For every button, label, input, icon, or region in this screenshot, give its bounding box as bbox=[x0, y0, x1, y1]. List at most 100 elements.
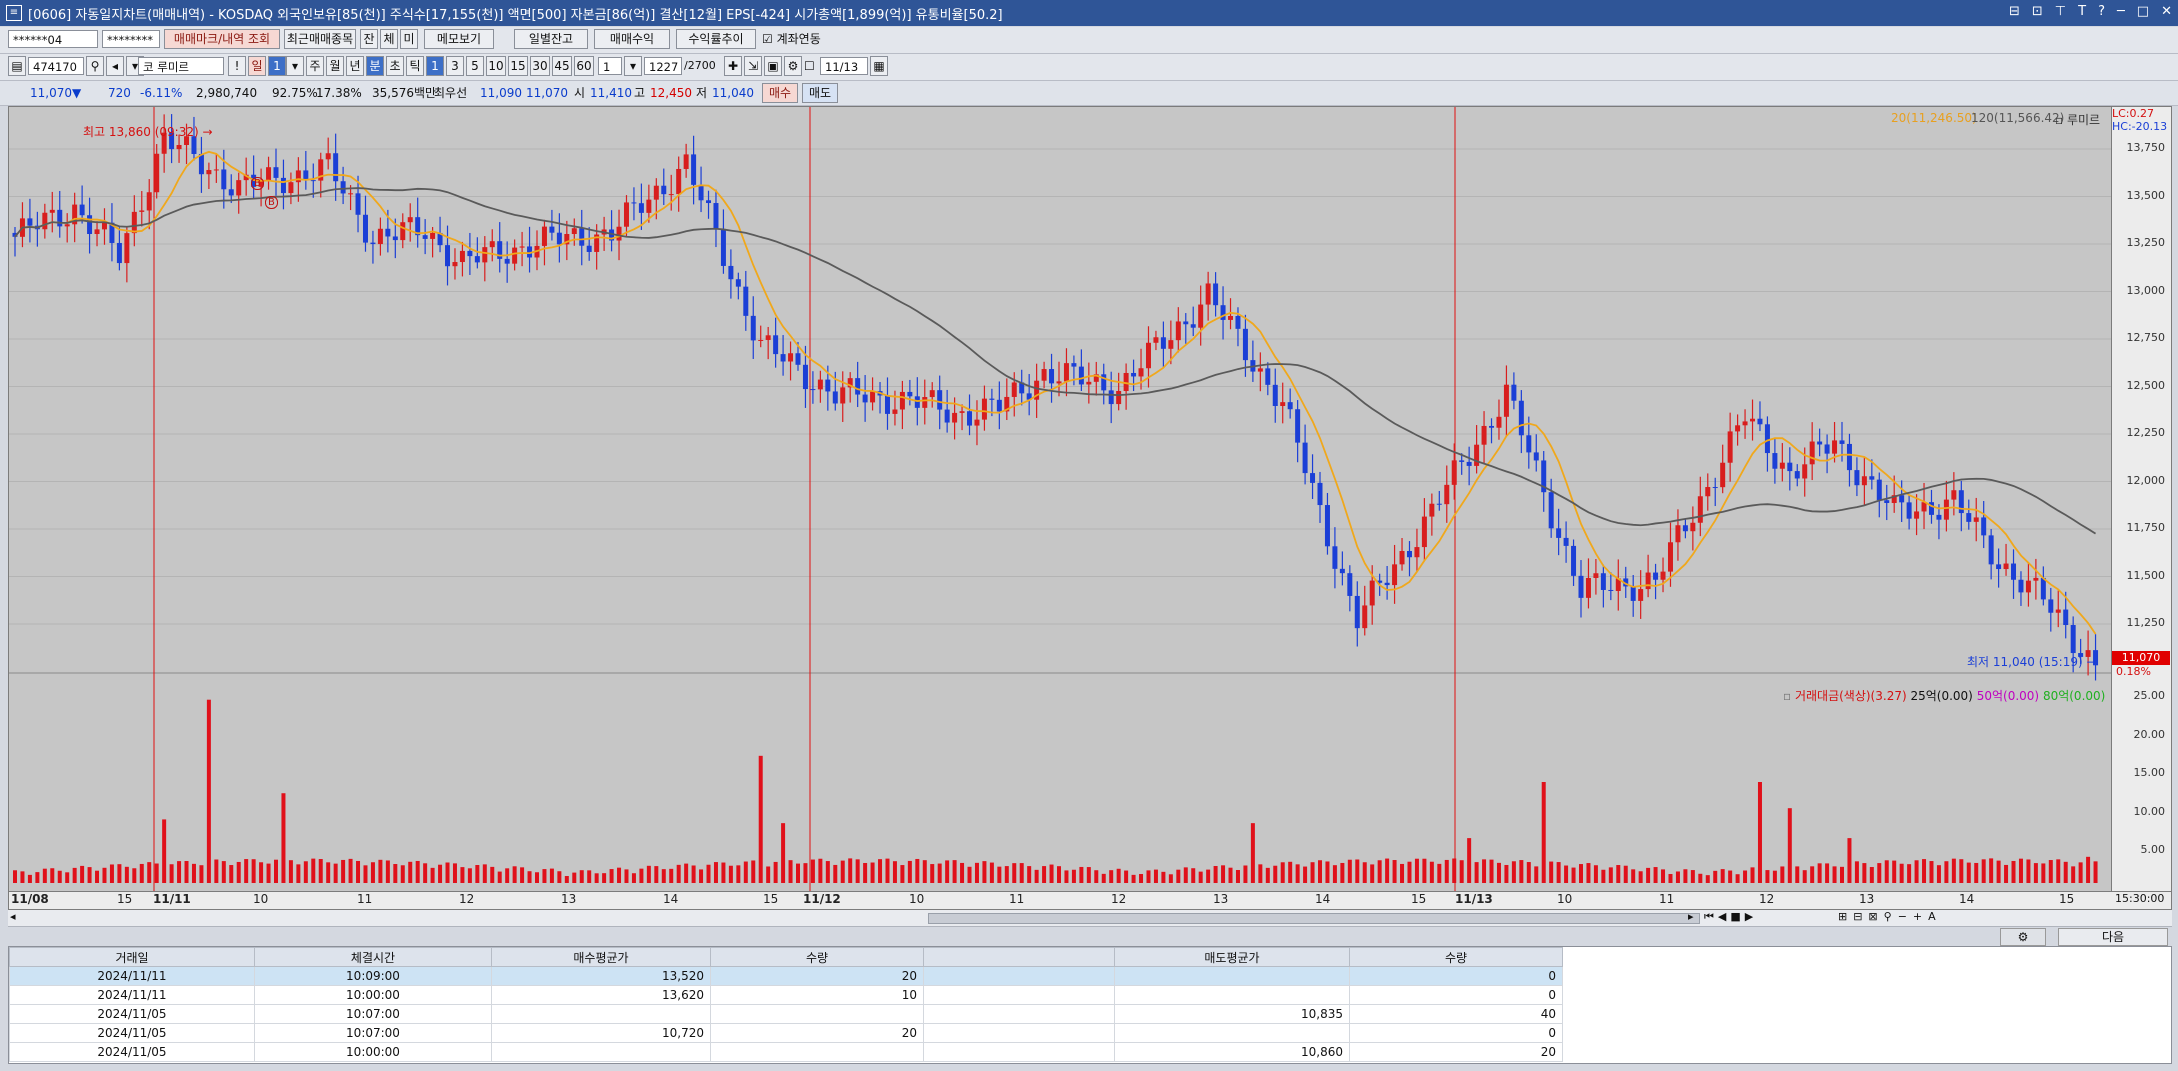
stock-name-field[interactable]: 코 루미르 bbox=[138, 57, 224, 75]
pin-icon[interactable]: ⊤ bbox=[2055, 4, 2066, 19]
return-trend-button[interactable]: 수익률추이 bbox=[676, 29, 756, 49]
candle-body bbox=[1772, 453, 1778, 469]
volume-bar bbox=[1243, 865, 1248, 883]
period-tick[interactable]: 틱 bbox=[406, 56, 424, 76]
candle-body bbox=[1220, 305, 1226, 320]
day-value[interactable]: 1 bbox=[268, 56, 286, 76]
scroll-left-icon[interactable]: ◂ bbox=[10, 910, 16, 923]
table-row[interactable]: 2024/11/05 10:07:00 10,835 40 bbox=[9, 1004, 1563, 1024]
scroll-right-icon[interactable]: ▸ bbox=[1688, 910, 1694, 923]
trade-marks-button[interactable]: 매매마크/내역 조회 bbox=[164, 29, 280, 49]
account-select[interactable]: ******04 bbox=[8, 30, 98, 48]
volume-bar bbox=[624, 869, 629, 883]
scroll-thumb[interactable] bbox=[928, 913, 1700, 924]
candle-body bbox=[1421, 516, 1427, 548]
interval-30[interactable]: 30 bbox=[530, 56, 550, 76]
candle-body bbox=[914, 396, 920, 408]
interval-60[interactable]: 60 bbox=[574, 56, 594, 76]
exclamation-icon[interactable]: ! bbox=[228, 56, 246, 76]
crosshair-icon[interactable]: ✚ bbox=[724, 56, 742, 76]
minimize-icon[interactable]: ─ bbox=[2117, 4, 2125, 19]
candle-body bbox=[2003, 563, 2009, 570]
interval-45[interactable]: 45 bbox=[552, 56, 572, 76]
sell-button[interactable]: 매도 bbox=[802, 83, 838, 103]
search-icon[interactable]: ⚲ bbox=[86, 56, 104, 76]
chart-area[interactable]: 20(11,246.50) 120(11,566.42) ▫ 루미르 ▫ 거래대… bbox=[8, 106, 2112, 892]
col-sell-avg[interactable]: 매도평균가 bbox=[1114, 947, 1350, 967]
table-header: 거래일 체결시간 매수평균가 수량 매도평균가 수량 bbox=[9, 947, 1563, 967]
date-field[interactable]: 11/13 bbox=[820, 57, 868, 75]
table-row[interactable]: 2024/11/11 10:00:00 13,620 10 0 bbox=[9, 985, 1563, 1005]
scale-icon[interactable]: ⇲ bbox=[744, 56, 762, 76]
volume-bar bbox=[348, 858, 353, 883]
gear-icon[interactable]: ⚙ bbox=[784, 56, 802, 76]
period-month[interactable]: 월 bbox=[326, 56, 344, 76]
candle-body bbox=[691, 154, 697, 185]
next-button[interactable]: 다음 bbox=[2058, 928, 2168, 946]
playback-controls[interactable]: ⏮◀■▶ bbox=[1704, 910, 1757, 924]
balance-button[interactable]: 잔 bbox=[360, 29, 378, 49]
interval-5[interactable]: 5 bbox=[466, 56, 484, 76]
table-row[interactable]: 2024/11/05 10:07:00 10,720 20 0 bbox=[9, 1023, 1563, 1043]
buy-marker[interactable]: B bbox=[251, 177, 264, 190]
volume-bar bbox=[1668, 874, 1673, 883]
speaker-icon[interactable]: ◂ bbox=[106, 56, 124, 76]
y-tick-label: 13,000 bbox=[2126, 283, 2166, 297]
volume-bar bbox=[617, 867, 622, 883]
maximize-icon[interactable]: □ bbox=[2137, 4, 2149, 19]
font-icon[interactable]: T bbox=[2078, 4, 2086, 19]
interval-10[interactable]: 10 bbox=[486, 56, 506, 76]
volume-tick-label: 5.00 bbox=[2140, 843, 2166, 856]
recent-trades-button[interactable]: 최근매매종목 bbox=[284, 29, 356, 49]
interval-15[interactable]: 15 bbox=[508, 56, 528, 76]
interval-1[interactable]: 1 bbox=[426, 56, 444, 76]
layout-icon[interactable]: ⊟ bbox=[2009, 4, 2020, 19]
col-buy-avg[interactable]: 매수평균가 bbox=[491, 947, 711, 967]
chevron-down-icon[interactable]: ▾ bbox=[286, 56, 304, 76]
col-trade-date[interactable]: 거래일 bbox=[9, 947, 255, 967]
calendar-icon[interactable]: ▦ bbox=[870, 56, 888, 76]
save-icon[interactable]: ▣ bbox=[764, 56, 782, 76]
candle-body bbox=[676, 168, 682, 195]
volume-bar bbox=[1989, 858, 1994, 883]
filled-button[interactable]: 체 bbox=[380, 29, 398, 49]
volume-bar bbox=[1795, 866, 1800, 883]
password-field[interactable]: ******** bbox=[102, 30, 160, 48]
table-row[interactable]: 2024/11/11 10:09:00 13,520 20 0 bbox=[9, 966, 1563, 986]
candle-body bbox=[1041, 369, 1047, 381]
candle-body bbox=[810, 389, 816, 391]
col-sell-qty[interactable]: 수량 bbox=[1349, 947, 1563, 967]
interval-select[interactable]: 1 bbox=[598, 57, 622, 75]
close-icon[interactable]: ✕ bbox=[2161, 4, 2172, 19]
stock-code-input[interactable]: 474170 bbox=[28, 57, 84, 75]
candle-body bbox=[616, 226, 622, 241]
help-icon[interactable]: ? bbox=[2098, 4, 2105, 19]
menu-icon[interactable]: ▤ bbox=[8, 56, 26, 76]
trade-profit-button[interactable]: 매매수익 bbox=[594, 29, 670, 49]
buy-marker[interactable]: B bbox=[265, 196, 278, 209]
period-year[interactable]: 년 bbox=[346, 56, 364, 76]
unfilled-button[interactable]: 미 bbox=[400, 29, 418, 49]
chevron-down-icon[interactable]: ▾ bbox=[624, 56, 642, 76]
candle-body bbox=[773, 335, 779, 355]
chart-scrollbar[interactable]: ◂ ▸ ⏮◀■▶ ⊞⊟⊠⚲−+A bbox=[8, 910, 2172, 927]
col-exec-time[interactable]: 체결시간 bbox=[254, 947, 492, 967]
period-day[interactable]: 일 bbox=[248, 56, 266, 76]
col-buy-qty[interactable]: 수량 bbox=[710, 947, 924, 967]
period-second[interactable]: 초 bbox=[386, 56, 404, 76]
count-input[interactable]: 1227 bbox=[644, 57, 682, 75]
settings-button[interactable]: ⚙ bbox=[2000, 928, 2046, 946]
memo-button[interactable]: 메모보기 bbox=[424, 29, 494, 49]
tile-icon[interactable]: ⊡ bbox=[2032, 4, 2043, 19]
buy-button[interactable]: 매수 bbox=[762, 83, 798, 103]
candle-body bbox=[1324, 505, 1330, 547]
chart-tool-icons[interactable]: ⊞⊟⊠⚲−+A bbox=[1838, 910, 1942, 923]
date-checkbox[interactable]: ☐ bbox=[804, 57, 815, 75]
daily-balance-button[interactable]: 일별잔고 bbox=[514, 29, 588, 49]
interval-3[interactable]: 3 bbox=[446, 56, 464, 76]
period-minute[interactable]: 분 bbox=[366, 56, 384, 76]
period-week[interactable]: 주 bbox=[306, 56, 324, 76]
table-row[interactable]: 2024/11/05 10:00:00 10,860 20 bbox=[9, 1042, 1563, 1062]
account-link-checkbox[interactable]: ☑ 계좌연동 bbox=[762, 30, 821, 48]
price-volume-chart[interactable] bbox=[9, 107, 2111, 891]
